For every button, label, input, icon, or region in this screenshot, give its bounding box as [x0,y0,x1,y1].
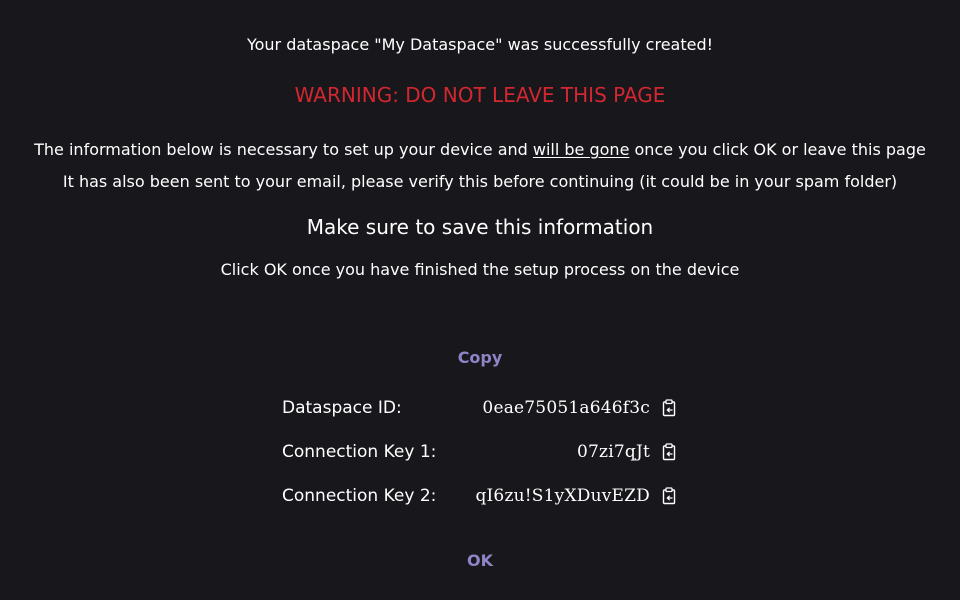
connection-key-1-value: 07zi7qJt [577,442,650,462]
info-message-2: It has also been sent to your email, ple… [62,172,898,191]
ok-button[interactable]: OK [0,551,960,570]
warning-message: WARNING: DO NOT LEAVE THIS PAGE [294,83,666,107]
clipboard-icon[interactable] [662,443,676,461]
connection-key-2-value: qI6zu!S1yXDuvEZD [475,486,650,506]
dataspace-created-page: Your dataspace "My Dataspace" was succes… [0,0,960,600]
info-text-after: once you click OK or leave this page [629,140,926,159]
connection-key-1-label: Connection Key 1: [282,442,437,462]
save-heading: Make sure to save this information [306,215,654,239]
info-text-before: The information below is necessary to se… [34,140,533,159]
dataspace-id-value: 0eae75051a646f3c [482,398,650,418]
info-text-underlined: will be gone [532,140,630,159]
credential-row-connection-key-2: Connection Key 2: qI6zu!S1yXDuvEZD [282,483,682,511]
dataspace-id-label: Dataspace ID: [282,398,402,418]
clipboard-icon[interactable] [662,487,676,505]
success-message: Your dataspace "My Dataspace" was succes… [246,35,714,54]
connection-key-2-label: Connection Key 2: [282,486,437,506]
credential-row-dataspace-id: Dataspace ID: 0eae75051a646f3c [282,395,682,423]
credential-row-connection-key-1: Connection Key 1: 07zi7qJt [282,439,682,467]
copy-all-button[interactable]: Copy [0,348,960,367]
click-ok-hint: Click OK once you have finished the setu… [220,260,740,279]
info-message-1: The information below is necessary to se… [0,140,960,159]
clipboard-icon[interactable] [662,399,676,417]
